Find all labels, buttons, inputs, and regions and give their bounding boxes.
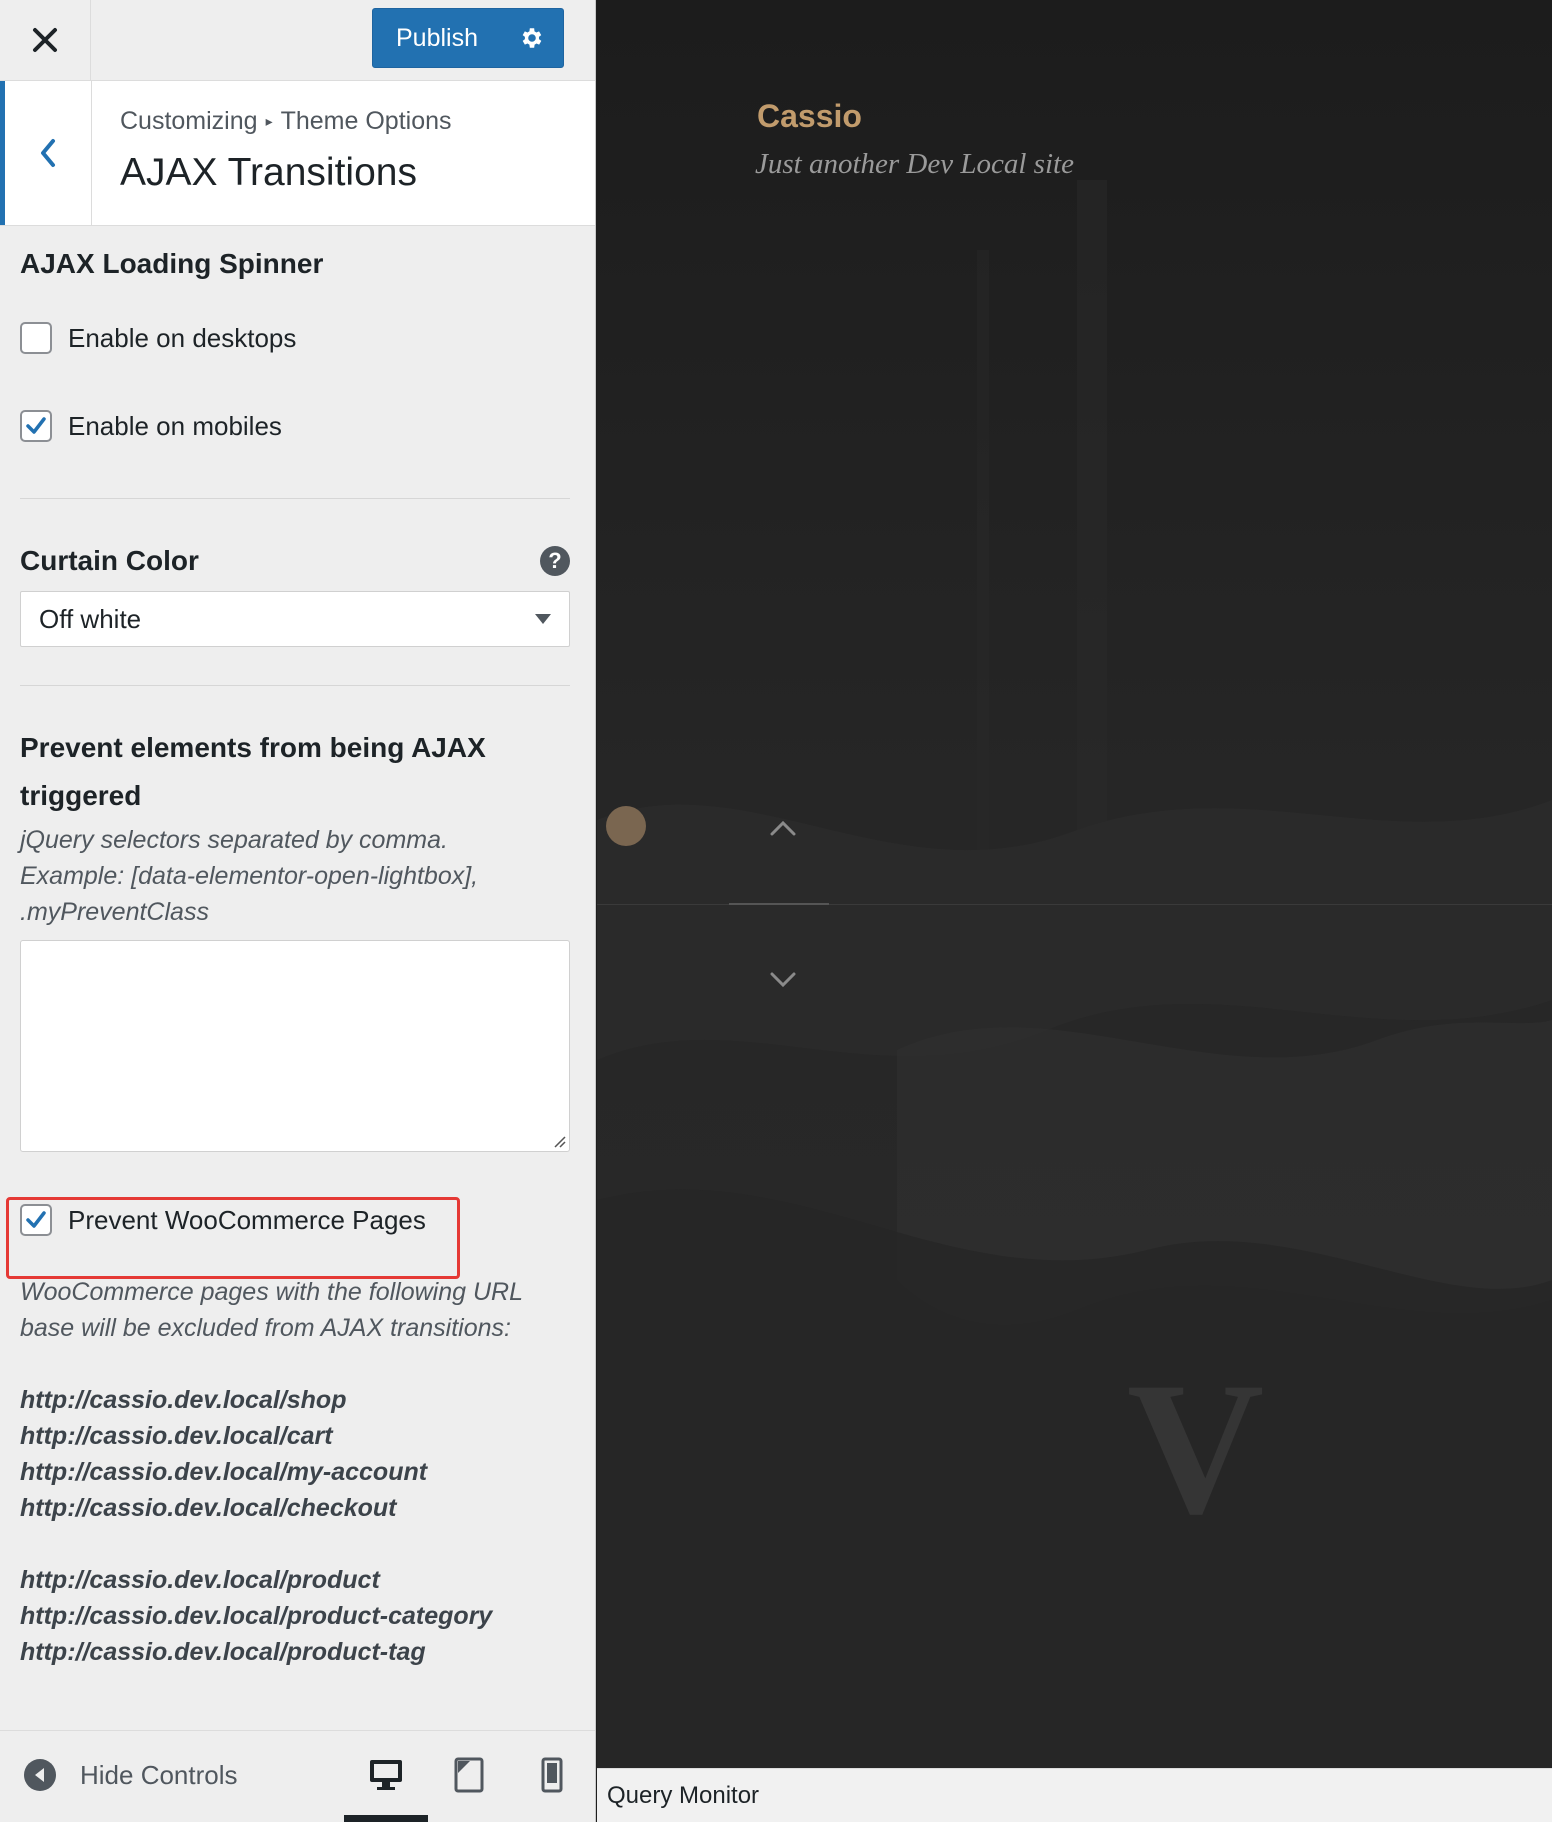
woo-url: http://cassio.dev.local/product	[20, 1566, 380, 1594]
query-monitor-label: Query Monitor	[607, 1781, 760, 1809]
checkbox-box[interactable]	[20, 322, 52, 354]
resize-handle-icon[interactable]	[552, 1134, 566, 1148]
spinner-title: AJAX Loading Spinner	[20, 248, 324, 279]
enable-mobiles-checkbox[interactable]: Enable on mobiles	[20, 410, 570, 442]
woo-url: http://cassio.dev.local/checkout	[20, 1494, 397, 1522]
back-button[interactable]	[0, 81, 92, 225]
close-button[interactable]	[0, 0, 91, 80]
prev-slide-button[interactable]	[765, 810, 801, 846]
highlight-box	[6, 1197, 460, 1279]
preview-desktop-button[interactable]	[361, 1751, 411, 1799]
woo-url: http://cassio.dev.local/cart	[20, 1422, 333, 1450]
section-header: Customizing ▸ Theme Options AJAX Transitio…	[0, 81, 595, 226]
chevron-up-icon	[770, 820, 796, 836]
hide-controls-label: Hide Controls	[80, 1759, 238, 1790]
breadcrumb-separator-icon: ▸	[265, 113, 273, 129]
preview-tablet-button[interactable]	[444, 1751, 494, 1799]
woo-url: http://cassio.dev.local/product-category	[20, 1602, 493, 1630]
breadcrumb: Customizing ▸ Theme Options	[120, 107, 452, 136]
divider	[20, 498, 570, 499]
curtain-color-select[interactable]: Off white	[20, 591, 570, 647]
next-slide-button[interactable]	[765, 962, 801, 998]
prevent-selectors-textarea[interactable]	[20, 940, 570, 1152]
gear-icon	[522, 28, 542, 48]
prevent-title: Prevent elements from being AJAX trigger…	[20, 724, 570, 820]
breadcrumb-root: Customizing	[120, 107, 258, 135]
enable-mobiles-label: Enable on mobiles	[68, 410, 282, 441]
enable-desktops-label: Enable on desktops	[68, 322, 297, 353]
checkbox-box[interactable]	[20, 410, 52, 442]
publish-group: Publish	[372, 8, 564, 68]
query-monitor-bar[interactable]: Query Monitor	[597, 1768, 1552, 1822]
woo-desc-line2: base will be excluded from AJAX transiti…	[20, 1314, 511, 1342]
site-preview: Cassio Just another Dev Local site V	[597, 0, 1552, 1768]
active-device-indicator	[344, 1815, 428, 1822]
help-icon[interactable]: ?	[540, 546, 570, 576]
section-title: AJAX Transitions	[120, 151, 417, 194]
woo-url: http://cassio.dev.local/shop	[20, 1386, 347, 1414]
close-icon	[33, 28, 57, 52]
mobile-icon	[541, 1757, 563, 1793]
chevron-left-icon	[41, 139, 55, 167]
curtain-color-value: Off white	[39, 603, 142, 634]
enable-desktops-checkbox[interactable]: Enable on desktops	[20, 322, 570, 354]
woo-url: http://cassio.dev.local/product-tag	[20, 1638, 426, 1666]
background-texture	[597, 0, 1552, 1768]
check-icon	[26, 417, 46, 434]
curtain-title: Curtain Color	[20, 545, 199, 576]
controls-area: AJAX Loading Spinner Enable on desktops …	[20, 228, 570, 1670]
watermark-letter: V	[1127, 1344, 1265, 1554]
hide-controls-button[interactable]: Hide Controls	[24, 1759, 238, 1791]
curtain-header: Curtain Color ?	[20, 545, 570, 577]
prevent-desc-line1: jQuery selectors separated by comma.	[20, 826, 448, 854]
breadcrumb-parent: Theme Options	[280, 107, 452, 135]
customizer-footer: Hide Controls	[0, 1730, 595, 1822]
publish-button[interactable]: Publish	[373, 9, 501, 67]
arrow-left-circle-icon	[24, 1759, 56, 1791]
prevent-desc-line3: .myPreventClass	[20, 898, 209, 926]
tablet-icon	[454, 1757, 484, 1793]
dropdown-arrow-icon	[535, 614, 551, 624]
divider-accent	[729, 903, 829, 905]
preview-mobile-button[interactable]	[527, 1751, 577, 1799]
prevent-desc-line2: Example: [data-elementor-open-lightbox],	[20, 862, 479, 890]
chevron-down-icon	[770, 972, 796, 988]
woo-desc-line1: WooCommerce pages with the following URL	[20, 1278, 523, 1306]
woo-url: http://cassio.dev.local/my-account	[20, 1458, 428, 1486]
desktop-icon	[370, 1760, 402, 1790]
site-tagline: Just another Dev Local site	[755, 148, 1074, 180]
publish-settings-button[interactable]	[501, 9, 563, 67]
divider	[20, 685, 570, 686]
slider-dot[interactable]	[606, 806, 646, 846]
woo-url-list-2: http://cassio.dev.local/product http://c…	[20, 1562, 570, 1670]
prevent-title-line1: Prevent elements from being AJAX	[20, 732, 486, 763]
woo-url-list-1: http://cassio.dev.local/shop http://cass…	[20, 1382, 570, 1526]
woo-description: WooCommerce pages with the following URL…	[20, 1274, 570, 1346]
customizer-panel: Publish Customizing ▸ Theme Options AJAX T…	[0, 0, 596, 1822]
customizer-header: Publish	[0, 0, 595, 81]
site-title[interactable]: Cassio	[757, 98, 862, 135]
prevent-title-line2: triggered	[20, 780, 142, 811]
prevent-description: jQuery selectors separated by comma. Exa…	[20, 822, 570, 930]
